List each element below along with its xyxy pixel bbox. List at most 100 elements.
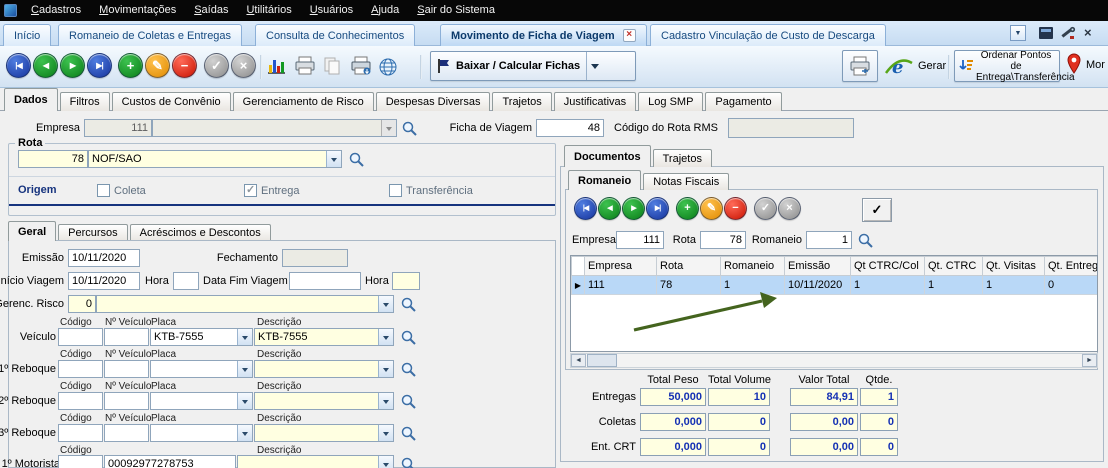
tab-cadastro-vinculacao[interactable]: Cadastro Vinculação de Custo de Descarga [650, 24, 886, 46]
gerenc-risco-combo[interactable] [96, 295, 394, 313]
tab-consulta-conhecimentos[interactable]: Consulta de Conhecimentos [255, 24, 415, 46]
reboque3-descricao-combo[interactable] [254, 424, 394, 442]
tab-romaneio[interactable]: Romaneio [568, 170, 641, 190]
reboque1-numero-field[interactable] [104, 360, 149, 378]
doc-empresa-field[interactable]: 111 [616, 231, 664, 249]
reboque2-descricao-combo[interactable] [254, 392, 394, 410]
grid-col-empresa[interactable]: Empresa [585, 257, 657, 276]
menu-usuarios[interactable]: Usuários [301, 0, 362, 21]
grid-col-emissao[interactable]: Emissão [785, 257, 851, 276]
tab-despesas-diversas[interactable]: Despesas Diversas [376, 92, 491, 111]
veiculo-codigo-field[interactable] [58, 328, 103, 346]
reboque3-placa-combo[interactable] [150, 424, 253, 442]
menu-utilitarios[interactable]: Utilitários [237, 0, 300, 21]
grid-col-romaneio[interactable]: Romaneio [721, 257, 785, 276]
confirm-romaneio-button[interactable]: ✓ [862, 198, 892, 222]
doc-first-button[interactable]: |◀ [574, 197, 597, 220]
baixar-calcular-fichas-button[interactable]: Baixar / Calcular Fichas [430, 51, 636, 81]
motorista-numero-field[interactable]: 00092977278753 [104, 455, 236, 468]
print-fichas-button[interactable] [842, 50, 878, 82]
doc-next-button[interactable]: ▶ [622, 197, 645, 220]
hora-fim-field[interactable] [392, 272, 420, 290]
mor-label[interactable]: Mor [1086, 59, 1105, 71]
doc-cancel-button[interactable]: × [778, 197, 801, 220]
reboque2-placa-combo[interactable] [150, 392, 253, 410]
rota-code-field[interactable]: 78 [18, 150, 88, 168]
veiculo-numero-field[interactable] [104, 328, 149, 346]
rota-search-icon[interactable] [348, 151, 365, 168]
grid-col-qtvisitas[interactable]: Qt. Visitas [983, 257, 1045, 276]
emissao-field[interactable]: 10/11/2020 [68, 249, 140, 267]
data-fim-field[interactable] [289, 272, 361, 290]
close-all-icon[interactable]: × [1084, 25, 1092, 40]
grid-cell[interactable]: 1 [983, 276, 1045, 295]
doc-search-icon[interactable] [857, 232, 874, 249]
doc-rota-field[interactable]: 78 [700, 231, 746, 249]
gerenc-risco-search-icon[interactable] [400, 296, 417, 313]
tab-pagamento[interactable]: Pagamento [705, 92, 781, 111]
tab-notas-fiscais[interactable]: Notas Fiscais [643, 173, 729, 190]
menu-sair[interactable]: Sair do Sistema [408, 0, 504, 21]
reboque1-descricao-combo[interactable] [254, 360, 394, 378]
tab-gerenciamento-risco[interactable]: Gerenciamento de Risco [233, 92, 374, 111]
tab-movimento-ficha-viagem[interactable]: Movimento de Ficha de Viagem × [440, 24, 647, 46]
cancel-button[interactable]: × [231, 53, 256, 78]
reboque3-search-icon[interactable] [400, 425, 417, 442]
gerar-nfe-button[interactable]: e Gerar [884, 50, 946, 82]
motorista-search-icon[interactable] [400, 456, 417, 468]
map-pin-icon[interactable] [1066, 53, 1082, 74]
tools-icon[interactable] [1060, 25, 1076, 41]
inicio-viagem-field[interactable]: 10/11/2020 [68, 272, 140, 290]
reboque1-codigo-field[interactable] [58, 360, 103, 378]
tab-justificativas[interactable]: Justificativas [554, 92, 636, 111]
reboque2-search-icon[interactable] [400, 393, 417, 410]
veiculo-descricao-combo[interactable]: KTB-7555 [254, 328, 394, 346]
tab-trajetos[interactable]: Trajetos [492, 92, 551, 111]
next-record-button[interactable]: ▶ [60, 53, 85, 78]
tab-romaneio-coletas[interactable]: Romaneio de Coletas e Entregas [58, 24, 242, 46]
transferencia-checkbox[interactable] [389, 184, 402, 197]
edit-button[interactable]: ✎ [145, 53, 170, 78]
last-record-button[interactable]: ▶| [87, 53, 112, 78]
prior-record-button[interactable]: ◀ [33, 53, 58, 78]
tab-percursos[interactable]: Percursos [58, 224, 128, 241]
grid-cell[interactable]: 0 [1045, 276, 1099, 295]
doc-edit-button[interactable]: ✎ [700, 197, 723, 220]
doc-insert-button[interactable]: + [676, 197, 699, 220]
grid-cell[interactable]: 1 [925, 276, 983, 295]
grid-cell[interactable]: 10/11/2020 [785, 276, 851, 295]
tab-dados[interactable]: Dados [4, 88, 58, 111]
tab-acrescimos[interactable]: Acréscimos e Descontos [130, 224, 271, 241]
confirm-button[interactable]: ✓ [204, 53, 229, 78]
grid-col-qtentregue[interactable]: Qt. Entregue [1045, 257, 1099, 276]
globe-icon[interactable] [378, 57, 398, 77]
grid-cell[interactable]: 78 [657, 276, 721, 295]
tab-filtros[interactable]: Filtros [60, 92, 110, 111]
reboque2-numero-field[interactable] [104, 392, 149, 410]
tab-list-dropdown-icon[interactable]: ▼ [1010, 25, 1026, 41]
chart-icon[interactable] [266, 56, 287, 75]
motorista-codigo-field[interactable] [58, 455, 103, 468]
tab-log-smp[interactable]: Log SMP [638, 92, 703, 111]
scrollbar-thumb[interactable] [587, 354, 617, 367]
menu-cadastros[interactable]: Cadastros [22, 0, 90, 21]
grid-col-qtctrc[interactable]: Qt. CTRC [925, 257, 983, 276]
doc-romaneio-field[interactable]: 1 [806, 231, 852, 249]
ordenar-pontos-button[interactable]: Ordenar Pontos de Entrega\Transferência [954, 50, 1060, 82]
copy-icon[interactable] [322, 56, 342, 76]
insert-button[interactable]: + [118, 53, 143, 78]
reboque2-codigo-field[interactable] [58, 392, 103, 410]
tab-custos-convenio[interactable]: Custos de Convênio [112, 92, 231, 111]
grid-row[interactable]: ▶ 111 78 1 10/11/2020 1 1 1 0 [572, 276, 1099, 295]
hora-inicio-field[interactable] [173, 272, 199, 290]
reboque1-search-icon[interactable] [400, 361, 417, 378]
grid-cell[interactable]: 1 [721, 276, 785, 295]
empresa-search-icon[interactable] [401, 120, 418, 137]
doc-prior-button[interactable]: ◀ [598, 197, 621, 220]
grid-col-rota[interactable]: Rota [657, 257, 721, 276]
first-record-button[interactable]: |◀ [6, 53, 31, 78]
menu-movimentacoes[interactable]: Movimentações [90, 0, 185, 21]
scroll-left-icon[interactable]: ◄ [571, 354, 586, 367]
tab-inicio[interactable]: Início [3, 24, 51, 46]
baixar-dropdown[interactable] [586, 52, 602, 80]
